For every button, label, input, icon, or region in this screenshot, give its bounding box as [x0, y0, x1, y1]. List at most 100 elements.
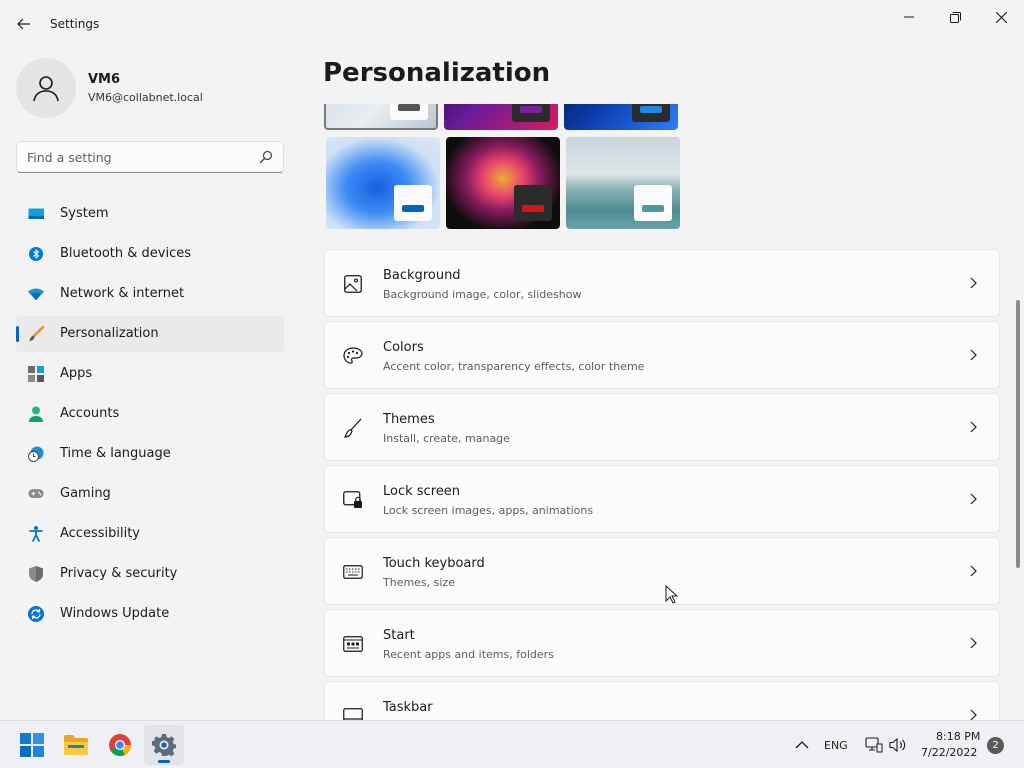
accessibility-icon — [28, 526, 44, 542]
theme-thumbnail[interactable] — [324, 104, 438, 130]
minimize-icon — [904, 16, 914, 18]
chevron-right-icon — [970, 277, 977, 289]
lock-screen-icon — [343, 490, 363, 510]
mouse-cursor-icon — [665, 585, 678, 604]
card-title: Taskbar — [383, 700, 433, 715]
chevron-right-icon — [970, 565, 977, 577]
start-button[interactable] — [12, 725, 52, 765]
sidebar-item-gaming[interactable]: Gaming — [16, 476, 284, 512]
sidebar-item-apps[interactable]: Apps — [16, 356, 284, 392]
user-name: VM6 — [88, 72, 121, 87]
setting-card-lock-screen[interactable]: Lock screen Lock screen images, apps, an… — [324, 465, 1000, 533]
clock-date[interactable]: 7/22/2022 — [921, 746, 977, 759]
brush-icon — [343, 418, 363, 438]
file-explorer-button[interactable] — [56, 725, 96, 765]
sidebar-item-label: Personalization — [60, 326, 159, 341]
back-button[interactable] — [10, 10, 38, 38]
sidebar-nav: System Bluetooth & devices Network & int… — [16, 196, 284, 636]
gear-icon — [152, 734, 176, 757]
sidebar-item-network[interactable]: Network & internet — [16, 276, 284, 312]
card-title: Colors — [383, 340, 424, 355]
theme-thumbnail[interactable] — [566, 137, 680, 229]
setting-card-start[interactable]: Start Recent apps and items, folders — [324, 609, 1000, 677]
restore-icon — [949, 11, 961, 23]
sidebar-item-time-language[interactable]: Time & language — [16, 436, 284, 472]
search-input[interactable] — [17, 149, 251, 165]
sidebar-item-label: Accessibility — [60, 526, 140, 541]
close-icon — [995, 11, 1007, 23]
theme-thumbnail[interactable] — [326, 137, 440, 229]
chevron-right-icon — [970, 637, 977, 649]
chevron-right-icon — [970, 493, 977, 505]
sidebar-item-windows-update[interactable]: Windows Update — [16, 596, 284, 632]
person-icon — [33, 76, 59, 102]
setting-card-themes[interactable]: Themes Install, create, manage — [324, 393, 1000, 461]
card-subtitle: Accent color, transparency effects, colo… — [383, 360, 645, 373]
theme-preview-window — [634, 185, 672, 221]
theme-preview-window — [512, 104, 550, 122]
folder-icon — [64, 735, 88, 755]
app-title: Settings — [50, 17, 100, 31]
card-subtitle: Recent apps and items, folders — [383, 648, 554, 661]
palette-icon — [343, 346, 363, 366]
theme-thumbnail[interactable] — [564, 104, 678, 130]
sidebar-item-accessibility[interactable]: Accessibility — [16, 516, 284, 552]
sidebar-item-privacy[interactable]: Privacy & security — [16, 556, 284, 592]
card-subtitle: Themes, size — [383, 576, 455, 589]
theme-thumbnail[interactable] — [446, 137, 560, 229]
image-icon — [343, 274, 363, 294]
chevron-right-icon — [970, 349, 977, 361]
search-icon[interactable] — [259, 150, 273, 164]
setting-card-background[interactable]: Background Background image, color, slid… — [324, 249, 1000, 317]
card-title: Touch keyboard — [383, 556, 485, 571]
person-icon — [28, 406, 44, 422]
sidebar-item-label: Time & language — [60, 446, 171, 461]
clock-time[interactable]: 8:18 PM — [936, 730, 980, 743]
sidebar-item-accounts[interactable]: Accounts — [16, 396, 284, 432]
maximize-button[interactable] — [932, 4, 978, 30]
setting-card-touch-keyboard[interactable]: Touch keyboard Themes, size — [324, 537, 1000, 605]
vertical-scrollbar[interactable] — [1016, 300, 1020, 568]
card-title: Themes — [383, 412, 435, 427]
close-button[interactable] — [978, 4, 1024, 30]
card-title: Start — [383, 628, 415, 643]
sidebar-item-personalization[interactable]: Personalization — [16, 316, 284, 352]
setting-card-colors[interactable]: Colors Accent color, transparency effect… — [324, 321, 1000, 389]
taskbar-icon — [343, 706, 363, 720]
sidebar-item-label: Apps — [60, 366, 93, 381]
language-indicator[interactable]: ENG — [824, 739, 848, 752]
keyboard-icon — [343, 562, 363, 582]
back-arrow-icon — [17, 18, 30, 30]
minimize-button[interactable] — [886, 4, 932, 30]
windows-logo-icon — [20, 733, 44, 757]
chrome-button[interactable] — [100, 725, 140, 765]
page-title: Personalization — [323, 58, 551, 88]
wifi-icon — [28, 286, 44, 302]
sidebar-item-label: Privacy & security — [60, 566, 178, 581]
setting-card-taskbar[interactable]: Taskbar — [324, 681, 1000, 720]
volume-icon[interactable] — [889, 737, 907, 753]
settings-taskbar-button[interactable] — [144, 725, 184, 765]
theme-thumbnail[interactable] — [444, 104, 558, 130]
network-icon[interactable] — [865, 737, 883, 753]
card-title: Background — [383, 268, 461, 283]
search-box[interactable] — [16, 141, 284, 173]
card-subtitle: Lock screen images, apps, animations — [383, 504, 594, 517]
chevron-right-icon — [970, 709, 977, 720]
clock-globe-icon — [28, 446, 44, 462]
apps-icon — [28, 366, 44, 382]
theme-preview-window — [390, 104, 428, 120]
bluetooth-icon — [28, 246, 44, 262]
brush-icon — [28, 326, 44, 342]
chevron-up-icon[interactable] — [795, 740, 809, 750]
sidebar-item-label: Accounts — [60, 406, 120, 421]
content-area: Background Background image, color, slid… — [300, 104, 1016, 720]
chevron-right-icon — [970, 421, 977, 433]
sidebar-item-bluetooth[interactable]: Bluetooth & devices — [16, 236, 284, 272]
chrome-icon — [109, 734, 132, 756]
sidebar-item-label: Gaming — [60, 486, 111, 501]
sidebar-item-system[interactable]: System — [16, 196, 284, 232]
user-email: VM6@collabnet.local — [88, 91, 203, 104]
avatar[interactable] — [16, 58, 76, 118]
notification-badge[interactable]: 2 — [987, 737, 1004, 754]
